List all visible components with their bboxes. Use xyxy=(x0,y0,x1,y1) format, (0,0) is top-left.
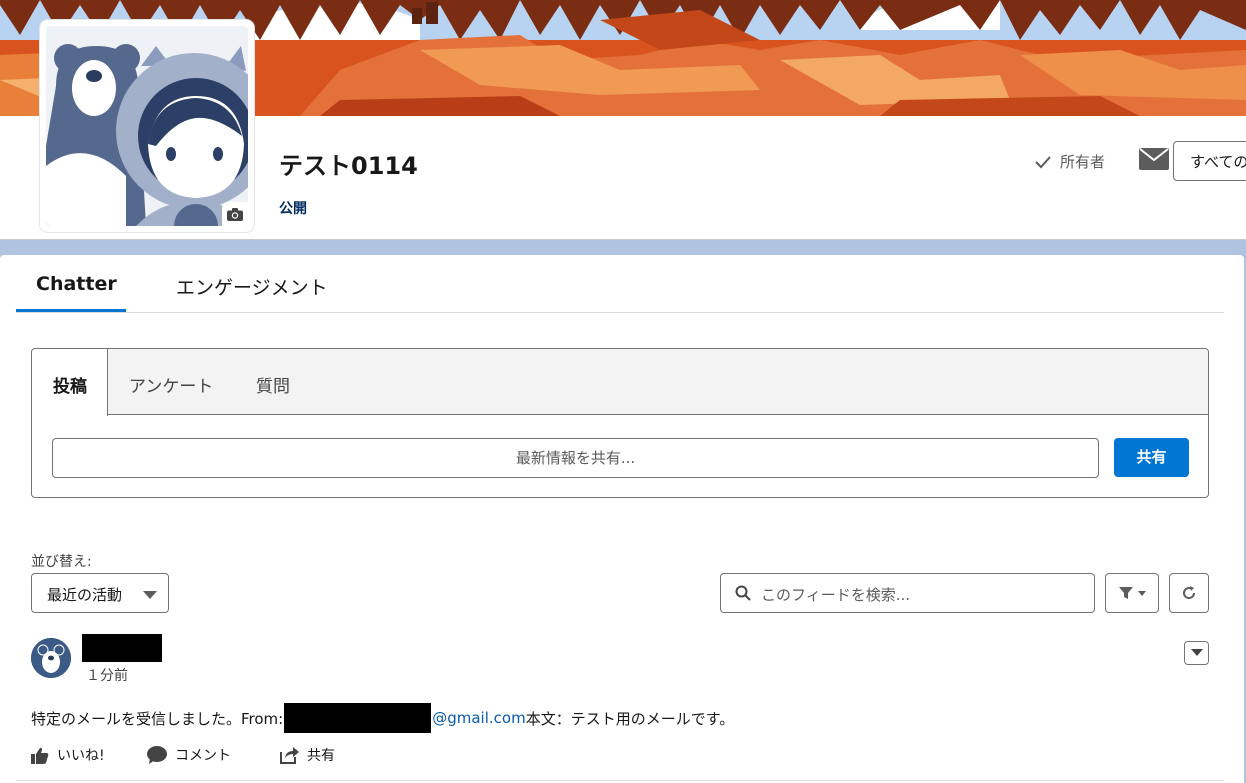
filter-icon xyxy=(1119,587,1133,599)
post-timestamp[interactable]: １分前 xyxy=(86,665,128,685)
envelope-icon xyxy=(1139,148,1169,170)
bear-avatar-icon xyxy=(31,638,71,678)
publisher-tab-poll[interactable]: アンケート xyxy=(129,372,213,397)
redacted-author-name xyxy=(82,634,162,662)
comment-button[interactable]: コメント xyxy=(147,745,280,765)
post-body-suffix: 本文：テスト用のメールです。 xyxy=(525,709,735,728)
post-action-bar: いいね! コメント 共有 xyxy=(31,745,335,765)
publisher: 投稿 アンケート 質問 最新情報を共有... 共有 xyxy=(31,348,1209,498)
owner-label: 所有者 xyxy=(1060,153,1106,171)
feed-search-placeholder: このフィードを検索... xyxy=(761,586,911,604)
sort-label: 並び替え: xyxy=(31,554,92,570)
group-title: テスト0114 xyxy=(279,152,418,180)
caret-down-icon xyxy=(1138,590,1146,596)
share-update-input[interactable]: 最新情報を共有... xyxy=(52,438,1099,478)
chatter-panel: Chatter エンゲージメント 投稿 アンケート 質問 最新情報を共有... … xyxy=(0,255,1244,783)
tab-engagement[interactable]: エンゲージメント xyxy=(176,273,328,300)
refresh-icon xyxy=(1183,586,1196,599)
post-body-prefix: 特定のメールを受信しました。From: xyxy=(31,709,284,728)
share-label: 共有 xyxy=(307,748,335,764)
sort-value: 最近の活動 xyxy=(47,586,123,604)
feed-search-input[interactable]: このフィードを検索... xyxy=(720,573,1095,613)
publisher-tab-question[interactable]: 質問 xyxy=(256,372,290,397)
thumbs-up-icon xyxy=(31,747,49,764)
share-icon xyxy=(280,747,299,764)
checkmark-icon xyxy=(1035,155,1051,168)
comment-label: コメント xyxy=(175,748,231,764)
post-body: 特定のメールを受信しました。From: @gmail.com 本文：テスト用のメ… xyxy=(31,703,734,733)
redacted-email-local xyxy=(284,703,432,733)
filter-feed-button[interactable] xyxy=(1105,573,1159,613)
refresh-feed-button[interactable] xyxy=(1169,573,1209,613)
all-notifications-dropdown[interactable]: すべての xyxy=(1173,141,1246,181)
owner-status: 所有者 xyxy=(1034,151,1105,172)
group-avatar-illustration xyxy=(46,26,248,226)
active-tab-indicator xyxy=(16,309,126,312)
post-author-avatar[interactable] xyxy=(31,638,71,678)
like-button[interactable]: いいね! xyxy=(31,745,147,765)
caret-down-icon xyxy=(143,591,157,599)
change-photo-button[interactable] xyxy=(222,202,248,226)
like-label: いいね! xyxy=(57,748,105,764)
email-link[interactable]: @gmail.com xyxy=(432,709,525,727)
tab-chatter[interactable]: Chatter xyxy=(36,273,117,295)
group-photo[interactable] xyxy=(40,20,254,232)
search-icon xyxy=(735,585,751,601)
share-button[interactable]: 共有 xyxy=(1114,438,1189,477)
post-divider xyxy=(16,780,1224,781)
email-button[interactable] xyxy=(1139,148,1169,174)
publisher-tab-post[interactable]: 投稿 xyxy=(53,372,87,397)
comment-icon xyxy=(147,746,167,764)
post-actions-menu-button[interactable] xyxy=(1184,641,1209,665)
sort-dropdown[interactable]: 最近の活動 xyxy=(31,573,169,613)
group-access-type: 公開 xyxy=(279,201,307,217)
publisher-tab-bar: 投稿 アンケート 質問 xyxy=(32,349,1208,416)
share-post-button[interactable]: 共有 xyxy=(280,745,335,765)
camera-icon xyxy=(227,207,243,221)
tab-bar: Chatter エンゲージメント xyxy=(16,255,1224,313)
chevron-down-icon xyxy=(1190,649,1203,656)
